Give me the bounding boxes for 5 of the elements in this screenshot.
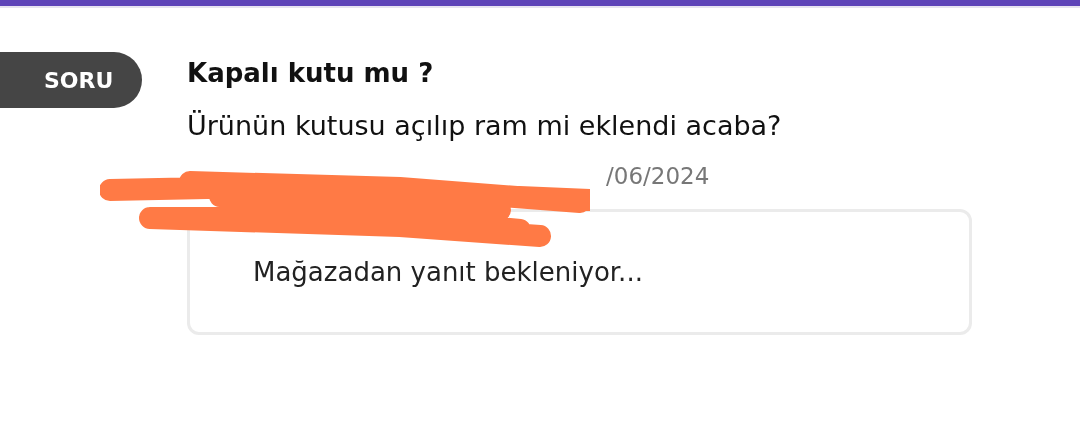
question-text: Ürünün kutusu açılıp ram mi eklendi acaba?	[187, 110, 783, 141]
question-date: /06/2024	[606, 163, 710, 189]
answer-status-text: Mağazadan yanıt bekleniyor...	[253, 257, 643, 287]
question-title: Kapalı kutu mu ?	[187, 58, 435, 88]
question-badge: SORU	[0, 52, 142, 108]
